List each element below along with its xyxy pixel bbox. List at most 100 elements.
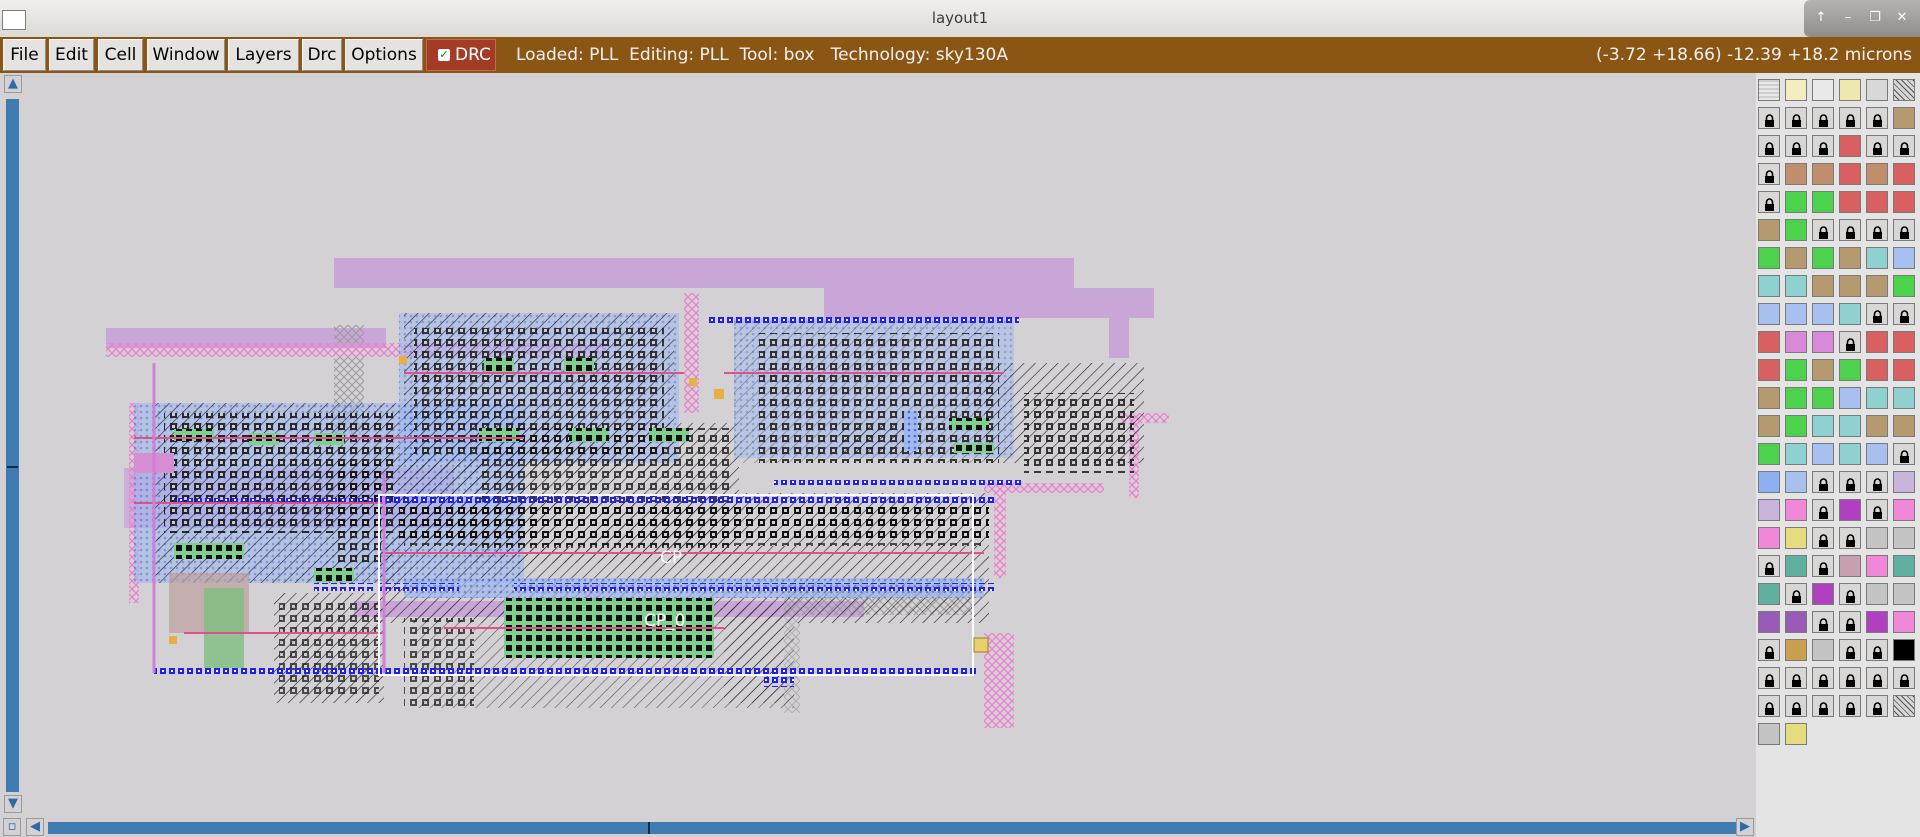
layer-swatch-lock[interactable] (1758, 695, 1780, 717)
layer-swatch-lilac[interactable] (1758, 499, 1780, 521)
layer-swatch-pink[interactable] (1893, 611, 1915, 633)
minimize-icon[interactable]: – (1839, 9, 1857, 27)
layer-swatch-purple[interactable] (1839, 499, 1861, 521)
layer-swatch-teal[interactable] (1785, 555, 1807, 577)
layer-swatch-red[interactable] (1839, 163, 1861, 185)
layer-swatch-red[interactable] (1893, 331, 1915, 353)
layer-swatch-red[interactable] (1866, 331, 1888, 353)
checkbox-icon[interactable]: ✓ (438, 49, 450, 61)
layer-swatch-lock[interactable] (1866, 135, 1888, 157)
layer-swatch-grey[interactable] (1866, 527, 1888, 549)
layer-swatch-lock[interactable] (1758, 667, 1780, 689)
layer-swatch-violet[interactable] (1758, 611, 1780, 633)
layer-swatch-lock[interactable] (1866, 667, 1888, 689)
layer-swatch-lock[interactable] (1812, 499, 1834, 521)
layer-swatch-blue[interactable] (1893, 247, 1915, 269)
layer-swatch-green[interactable] (1758, 443, 1780, 465)
layer-swatch-lock[interactable] (1812, 107, 1834, 129)
layer-swatch-hatch[interactable] (1893, 695, 1915, 717)
vertical-scroll-thumb[interactable] (6, 99, 19, 792)
layer-swatch-tan[interactable] (1758, 219, 1780, 241)
layer-swatch-magenta[interactable] (1812, 331, 1834, 353)
layer-swatch-lock[interactable] (1758, 163, 1780, 185)
layer-swatch-magenta[interactable] (1785, 331, 1807, 353)
layer-swatch-green[interactable] (1785, 191, 1807, 213)
corner-box-icon[interactable]: ▫ (3, 818, 21, 836)
layer-swatch-lock[interactable] (1812, 555, 1834, 577)
layer-swatch-pink[interactable] (1866, 555, 1888, 577)
layer-swatch-green[interactable] (1785, 415, 1807, 437)
layer-swatch-lock[interactable] (1758, 191, 1780, 213)
layer-swatch-tan[interactable] (1893, 107, 1915, 129)
layout-canvas[interactable]: CP CP_0 (24, 73, 1756, 818)
layer-swatch-cyan[interactable] (1839, 415, 1861, 437)
layer-swatch-lblue[interactable] (1758, 471, 1780, 493)
layer-swatch-lock[interactable] (1839, 667, 1861, 689)
layer-swatch-cyan[interactable] (1893, 387, 1915, 409)
layer-swatch-teal[interactable] (1893, 555, 1915, 577)
layer-swatch-lock[interactable] (1812, 471, 1834, 493)
layer-swatch-tan[interactable] (1866, 275, 1888, 297)
layer-swatch-pink[interactable] (1893, 499, 1915, 521)
layer-swatch-green[interactable] (1812, 191, 1834, 213)
menu-edit[interactable]: Edit (49, 39, 94, 71)
layer-swatch-lock[interactable] (1812, 527, 1834, 549)
layer-swatch-red[interactable] (1758, 331, 1780, 353)
close-icon[interactable]: ✕ (1893, 9, 1911, 27)
layer-swatch-yellow[interactable] (1785, 527, 1807, 549)
layer-swatch-red[interactable] (1893, 359, 1915, 381)
layer-swatch-box[interactable] (1812, 79, 1834, 101)
layer-swatch-tan[interactable] (1839, 247, 1861, 269)
scroll-down-icon[interactable]: ▼ (4, 795, 22, 813)
drc-toggle[interactable]: ✓ DRC (426, 39, 496, 71)
layer-swatch-lock[interactable] (1839, 527, 1861, 549)
layer-swatch-lock[interactable] (1893, 303, 1915, 325)
layer-swatch-lock[interactable] (1839, 219, 1861, 241)
layer-swatch-hatch[interactable] (1893, 79, 1915, 101)
layer-swatch-lock[interactable] (1893, 219, 1915, 241)
layer-swatch-cyan[interactable] (1866, 247, 1888, 269)
menu-layers[interactable]: Layers (228, 39, 299, 71)
layer-swatch-lock[interactable] (1839, 331, 1861, 353)
scroll-left-icon[interactable]: ◀ (26, 818, 44, 836)
layer-swatch-green[interactable] (1893, 275, 1915, 297)
layer-swatch-blue[interactable] (1812, 303, 1834, 325)
up-icon[interactable]: ↑ (1812, 9, 1830, 27)
layer-swatch-lock[interactable] (1785, 667, 1807, 689)
layer-swatch-lock[interactable] (1812, 695, 1834, 717)
layer-swatch-green[interactable] (1785, 219, 1807, 241)
layer-swatch-blue[interactable] (1758, 303, 1780, 325)
layer-swatch-lock[interactable] (1866, 695, 1888, 717)
layer-swatch-tan[interactable] (1785, 247, 1807, 269)
layer-swatch-lock[interactable] (1893, 443, 1915, 465)
layer-swatch-cyan[interactable] (1785, 443, 1807, 465)
layer-swatch-tan[interactable] (1758, 415, 1780, 437)
layer-swatch-purple[interactable] (1812, 583, 1834, 605)
layer-swatch-red[interactable] (1839, 191, 1861, 213)
layer-swatch-green[interactable] (1812, 247, 1834, 269)
layer-swatch-brown[interactable] (1812, 163, 1834, 185)
menu-drc[interactable]: Drc (302, 39, 342, 71)
layer-swatch-teal[interactable] (1758, 583, 1780, 605)
layer-swatch-lock[interactable] (1893, 135, 1915, 157)
layer-swatch-grey[interactable] (1893, 527, 1915, 549)
layer-swatch-red[interactable] (1839, 135, 1861, 157)
layer-swatch-lock[interactable] (1839, 471, 1861, 493)
layer-swatch-lock[interactable] (1866, 107, 1888, 129)
layer-swatch-red[interactable] (1758, 359, 1780, 381)
layer-swatch-green[interactable] (1839, 359, 1861, 381)
layer-swatch-lock[interactable] (1839, 107, 1861, 129)
layer-swatch-tan[interactable] (1866, 415, 1888, 437)
layer-swatch-tan[interactable] (1839, 275, 1861, 297)
layer-swatch-mauve[interactable] (1839, 555, 1861, 577)
menu-options[interactable]: Options (345, 39, 423, 71)
layer-swatch-lock[interactable] (1758, 107, 1780, 129)
layer-swatch-grey[interactable] (1866, 583, 1888, 605)
layer-swatch-lock[interactable] (1866, 499, 1888, 521)
layer-swatch-lock[interactable] (1812, 135, 1834, 157)
layer-swatch-lock[interactable] (1758, 555, 1780, 577)
layer-swatch-lock[interactable] (1866, 471, 1888, 493)
layer-swatch-purple[interactable] (1866, 611, 1888, 633)
horizontal-scroll-thumb[interactable] (48, 822, 1744, 834)
layer-swatch-gold[interactable] (1785, 639, 1807, 661)
